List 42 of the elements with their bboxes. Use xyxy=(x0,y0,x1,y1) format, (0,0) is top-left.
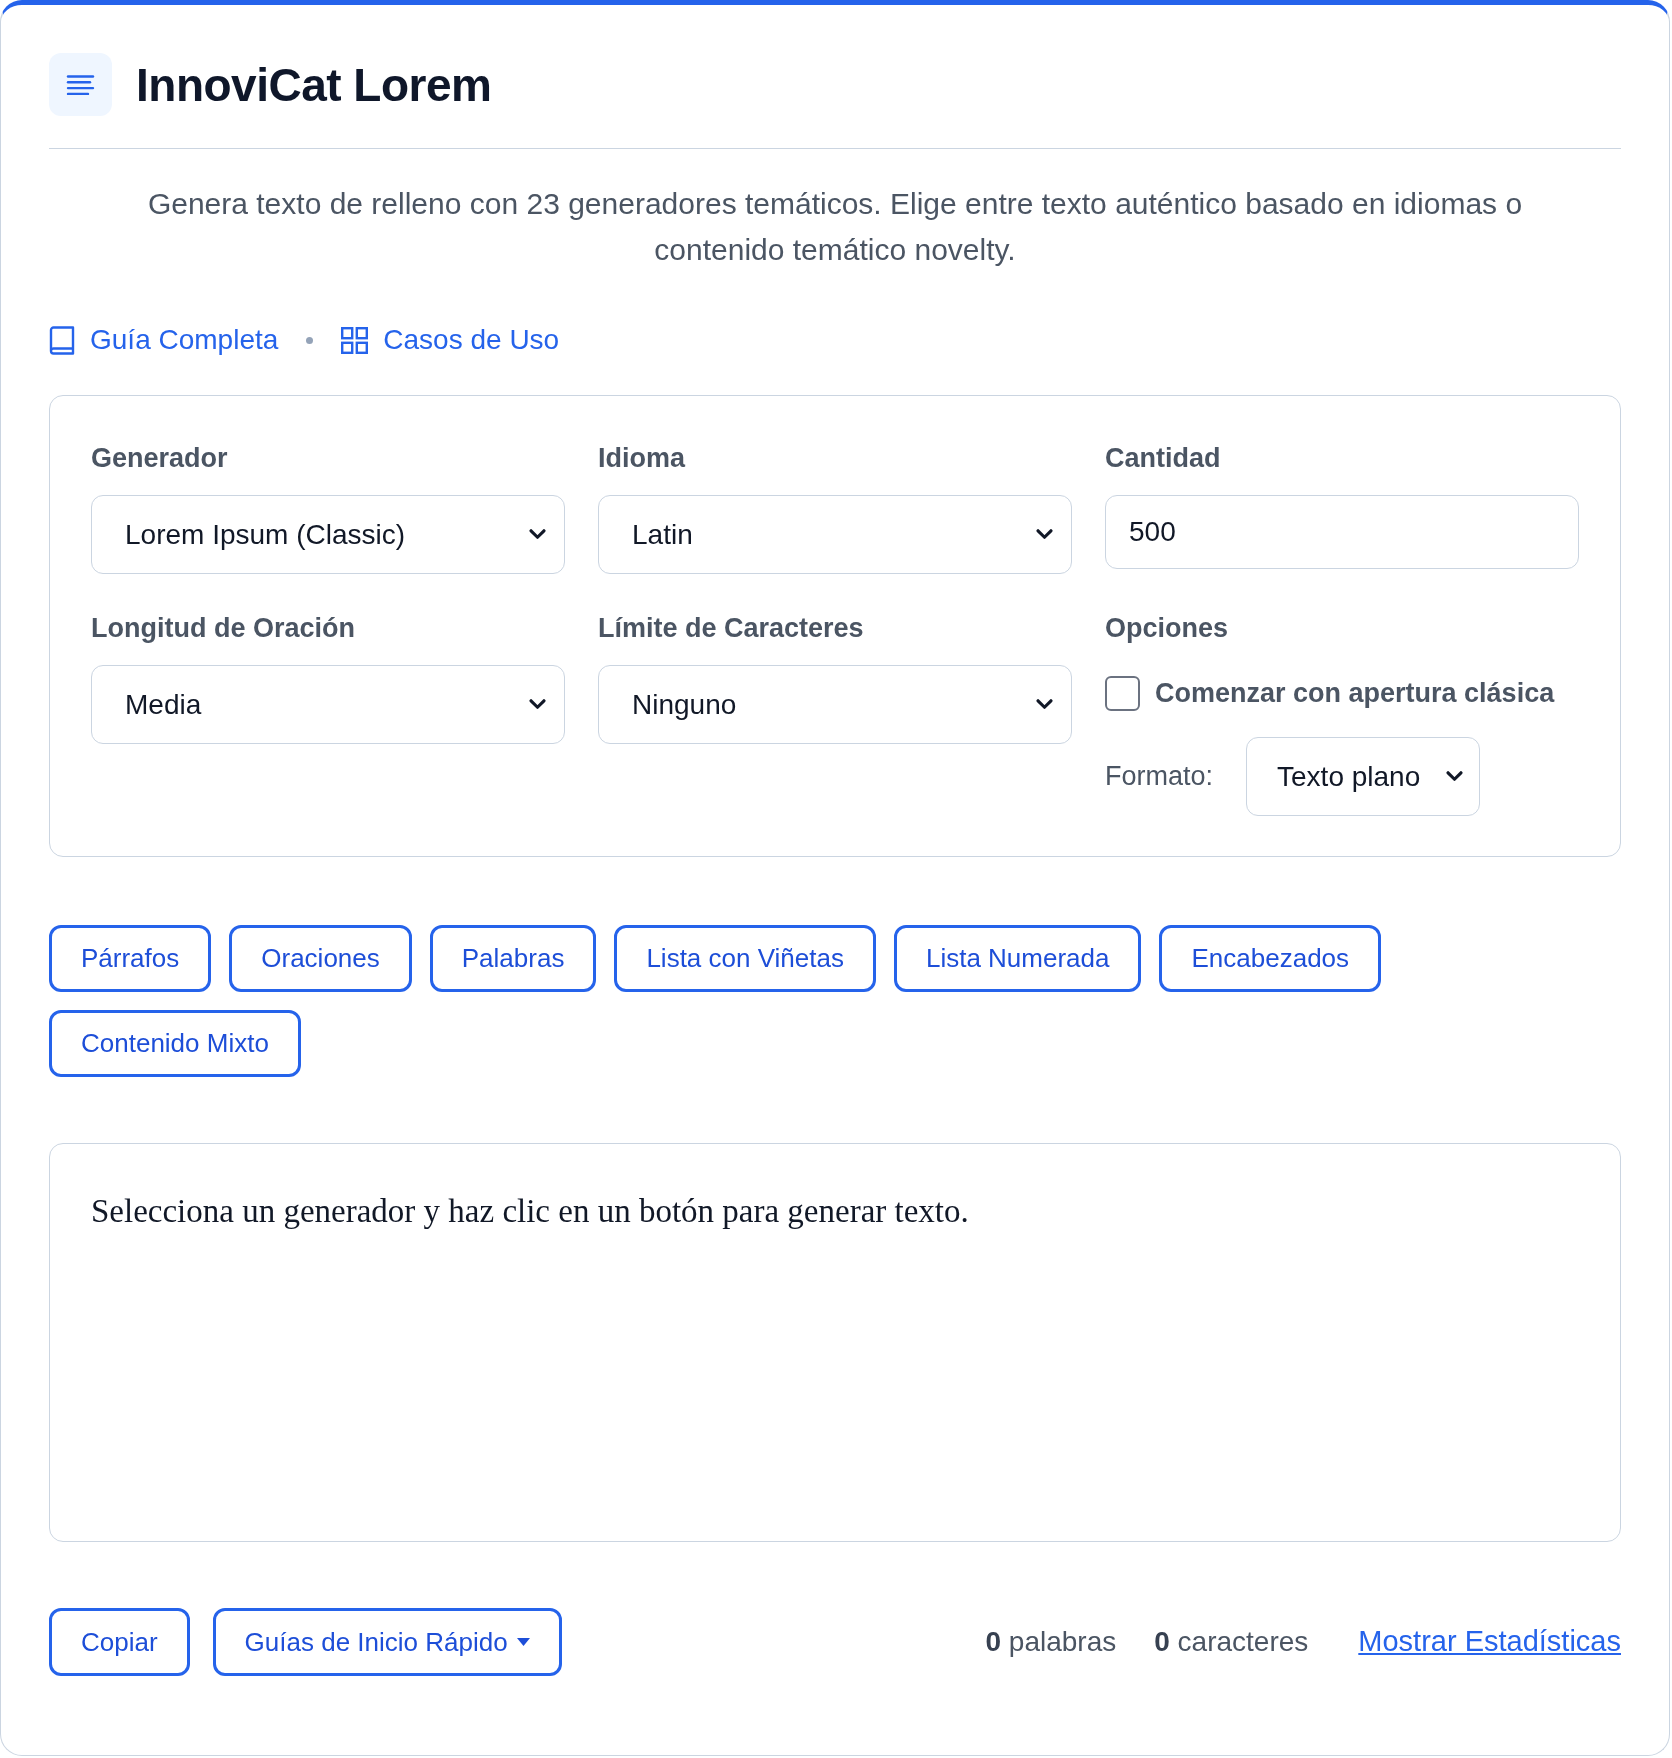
dropdown-field[interactable]: Texto plano xyxy=(1246,737,1481,816)
field-label: Generador xyxy=(91,442,229,474)
statistics-link[interactable]: Mostrar Estadísticas xyxy=(1358,1620,1621,1664)
text-lines-icon xyxy=(49,53,112,116)
book-icon xyxy=(49,325,75,355)
input-field[interactable]: 500 xyxy=(1105,495,1579,569)
caret-down-icon xyxy=(516,1638,530,1646)
copy-button[interactable]: Copiar xyxy=(49,1608,190,1676)
output-text: Selecciona un generador y haz clic en un botón para generar texto. xyxy=(91,1192,970,1231)
dropdown-field[interactable]: Ninguno xyxy=(598,665,1072,744)
nav-link[interactable]: Casos de Uso xyxy=(341,323,560,357)
dropdown-button[interactable]: Guías de Inicio Rápido xyxy=(212,1608,562,1676)
nav-link[interactable]: Guía Completa xyxy=(49,323,279,357)
description-text: Genera texto de relleno con 23 generadores temáticos. Elige entre texto auténtico basado en idiomas o contenido temático novelty. xyxy=(146,186,1524,268)
grid-icon xyxy=(341,326,369,354)
format-button[interactable]: Oraciones xyxy=(229,925,412,992)
format-button[interactable]: Lista Numerada xyxy=(893,925,1142,992)
app-title: InnoviCat Lorem xyxy=(136,61,492,108)
dropdown-field[interactable]: Latin xyxy=(598,495,1072,574)
chevron-down-icon xyxy=(1036,699,1053,710)
format-button[interactable]: Palabras xyxy=(429,925,597,992)
format-button[interactable]: Contenido Mixto xyxy=(49,1010,301,1077)
format-button[interactable]: Encabezados xyxy=(1159,925,1382,992)
dropdown-field[interactable]: Media xyxy=(91,665,565,744)
chevron-down-icon xyxy=(529,529,546,540)
field-label: Límite de Caracteres xyxy=(598,612,865,644)
checkbox-label: Comenzar con apertura clásica xyxy=(1155,676,1555,710)
format-label: Formato: xyxy=(1105,760,1214,794)
chevron-down-icon xyxy=(529,699,546,710)
format-button[interactable]: Párrafos xyxy=(49,925,212,992)
separator-dot-icon xyxy=(306,336,314,344)
stat-text: 0 caracteres xyxy=(1154,1625,1309,1659)
dropdown-field[interactable]: Lorem Ipsum (Classic) xyxy=(91,495,565,574)
field-label: Longitud de Oración xyxy=(91,612,356,644)
chevron-down-icon xyxy=(1036,529,1053,540)
field-label: Cantidad xyxy=(1105,442,1222,474)
stat-text: 0 palabras xyxy=(985,1625,1117,1659)
format-button[interactable]: Lista con Viñetas xyxy=(614,925,876,992)
chevron-down-icon xyxy=(1446,771,1464,782)
checkbox[interactable] xyxy=(1105,675,1140,711)
field-label: Idioma xyxy=(598,442,687,474)
field-label: Opciones xyxy=(1105,612,1230,644)
